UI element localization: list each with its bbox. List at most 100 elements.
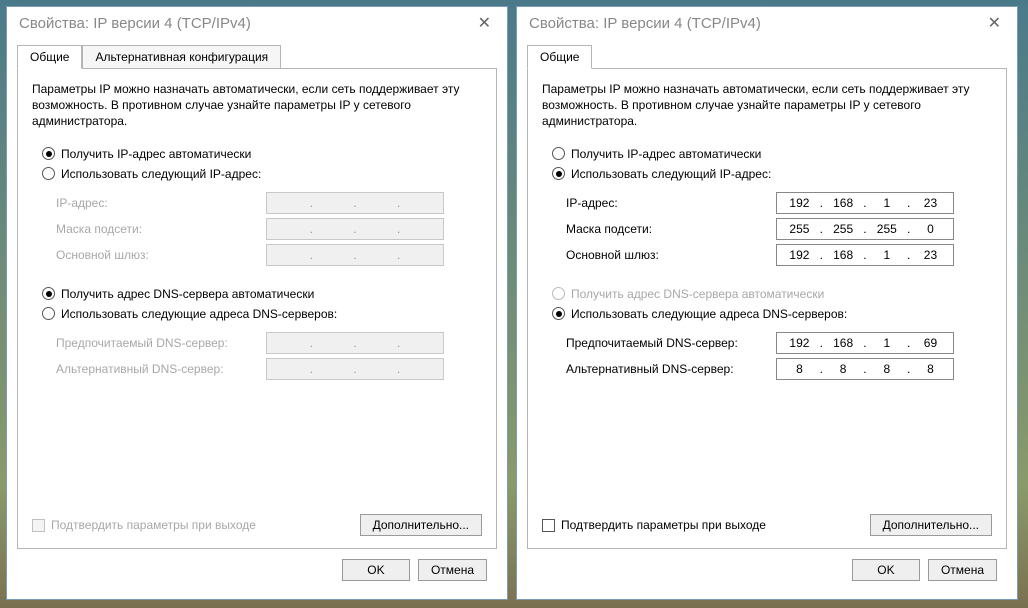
description-text: Параметры IP можно назначать автоматичес… [542,81,992,130]
ip-octet[interactable]: 23 [913,196,947,210]
radio-label: Использовать следующие адреса DNS-сервер… [571,307,847,321]
ipv4-properties-window-right: Свойства: IP версии 4 (TCP/IPv4) ✕ Общие… [516,6,1018,600]
input-dns2: . . . [266,358,444,380]
ok-button[interactable]: OK [342,559,410,581]
radio-auto-dns[interactable]: Получить адрес DNS-сервера автоматически [42,287,482,301]
tab-panel-general: Параметры IP можно назначать автоматичес… [527,68,1007,549]
radio-icon [42,287,55,300]
cancel-button[interactable]: Отмена [928,559,997,581]
ip-octet[interactable]: 0 [913,222,947,236]
ip-octet[interactable]: 192 [782,196,816,210]
bottom-row: Подтвердить параметры при выходе Дополни… [32,504,482,536]
ip-fields: IP-адрес: . . . Маска подсети: . . . [56,188,482,270]
ip-octet[interactable]: 69 [913,336,947,350]
radio-label: Использовать следующий IP-адрес: [571,167,771,181]
field-mask: Маска подсети: 255. 255. 255. 0 [566,218,992,240]
ip-octet[interactable]: 8 [826,362,860,376]
radio-label: Получить IP-адрес автоматически [61,147,251,161]
field-ip: IP-адрес: 192. 168. 1. 23 [566,192,992,214]
input-mask[interactable]: 255. 255. 255. 0 [776,218,954,240]
label-dns1: Предпочитаемый DNS-сервер: [56,336,266,350]
input-gateway[interactable]: 192. 168. 1. 23 [776,244,954,266]
titlebar: Свойства: IP версии 4 (TCP/IPv4) ✕ [7,7,507,39]
advanced-button[interactable]: Дополнительно... [870,514,992,536]
label-mask: Маска подсети: [56,222,266,236]
ip-octet[interactable]: 1 [870,248,904,262]
radio-manual-dns[interactable]: Использовать следующие адреса DNS-сервер… [42,307,482,321]
dns-fields: Предпочитаемый DNS-сервер: 192. 168. 1. … [566,328,992,384]
input-dns1[interactable]: 192. 168. 1. 69 [776,332,954,354]
input-dns2[interactable]: 8. 8. 8. 8 [776,358,954,380]
tab-general[interactable]: Общие [17,45,82,69]
input-ip: . . . [266,192,444,214]
ip-octet[interactable]: 168 [826,336,860,350]
dialog-footer: OK Отмена [527,549,1007,591]
ipv4-properties-window-left: Свойства: IP версии 4 (TCP/IPv4) ✕ Общие… [6,6,508,600]
label-dns2: Альтернативный DNS-сервер: [56,362,266,376]
radio-icon [552,287,565,300]
ip-octet[interactable]: 168 [826,248,860,262]
radio-icon [42,167,55,180]
validate-checkbox[interactable] [32,519,45,532]
field-gateway: Основной шлюз: 192. 168. 1. 23 [566,244,992,266]
radio-manual-dns[interactable]: Использовать следующие адреса DNS-сервер… [552,307,992,321]
tabs: Общие Альтернативная конфигурация [17,45,497,69]
tab-alt-config[interactable]: Альтернативная конфигурация [82,45,281,69]
advanced-button[interactable]: Дополнительно... [360,514,482,536]
label-ip: IP-адрес: [566,196,776,210]
label-gateway: Основной шлюз: [566,248,776,262]
ip-octet[interactable]: 255 [782,222,816,236]
radio-icon [552,147,565,160]
titlebar: Свойства: IP версии 4 (TCP/IPv4) ✕ [517,7,1017,39]
radio-manual-ip[interactable]: Использовать следующий IP-адрес: [42,167,482,181]
radio-auto-dns: Получить адрес DNS-сервера автоматически [552,287,992,301]
field-gateway: Основной шлюз: . . . [56,244,482,266]
radio-label: Использовать следующие адреса DNS-сервер… [61,307,337,321]
ip-octet[interactable]: 255 [826,222,860,236]
ip-octet[interactable]: 1 [870,196,904,210]
ip-fields: IP-адрес: 192. 168. 1. 23 Маска подсети:… [566,188,992,270]
ip-octet[interactable]: 8 [913,362,947,376]
ip-octet[interactable]: 23 [913,248,947,262]
radio-icon [552,167,565,180]
ip-octet[interactable]: 168 [826,196,860,210]
field-dns2: Альтернативный DNS-сервер: 8. 8. 8. 8 [566,358,992,380]
radio-auto-ip[interactable]: Получить IP-адрес автоматически [552,147,992,161]
radio-label: Использовать следующий IP-адрес: [61,167,261,181]
ok-button[interactable]: OK [852,559,920,581]
field-dns2: Альтернативный DNS-сервер: . . . [56,358,482,380]
input-ip[interactable]: 192. 168. 1. 23 [776,192,954,214]
ip-octet[interactable]: 192 [782,248,816,262]
cancel-button[interactable]: Отмена [418,559,487,581]
field-mask: Маска подсети: . . . [56,218,482,240]
client-area: Общие Параметры IP можно назначать автом… [517,39,1017,599]
dns-fields: Предпочитаемый DNS-сервер: . . . Альтерн… [56,328,482,384]
bottom-row: Подтвердить параметры при выходе Дополни… [542,504,992,536]
close-icon[interactable]: ✕ [470,11,499,35]
ip-octet[interactable]: 8 [782,362,816,376]
label-mask: Маска подсети: [566,222,776,236]
radio-auto-ip[interactable]: Получить IP-адрес автоматически [42,147,482,161]
label-ip: IP-адрес: [56,196,266,210]
validate-checkbox[interactable] [542,519,555,532]
field-ip: IP-адрес: . . . [56,192,482,214]
window-title: Свойства: IP версии 4 (TCP/IPv4) [19,15,470,32]
input-mask: . . . [266,218,444,240]
field-dns1: Предпочитаемый DNS-сервер: 192. 168. 1. … [566,332,992,354]
description-text: Параметры IP можно назначать автоматичес… [32,81,482,130]
label-gateway: Основной шлюз: [56,248,266,262]
label-dns1: Предпочитаемый DNS-сервер: [566,336,776,350]
close-icon[interactable]: ✕ [980,11,1009,35]
ip-octet[interactable]: 192 [782,336,816,350]
tabs: Общие [527,45,1007,69]
validate-label: Подтвердить параметры при выходе [51,518,256,532]
ip-octet[interactable]: 255 [870,222,904,236]
ip-octet[interactable]: 1 [870,336,904,350]
radio-icon [42,307,55,320]
tab-general[interactable]: Общие [527,45,592,69]
radio-manual-ip[interactable]: Использовать следующий IP-адрес: [552,167,992,181]
ip-octet[interactable]: 8 [870,362,904,376]
radio-label: Получить адрес DNS-сервера автоматически [571,287,824,301]
radio-label: Получить IP-адрес автоматически [571,147,761,161]
input-dns1: . . . [266,332,444,354]
